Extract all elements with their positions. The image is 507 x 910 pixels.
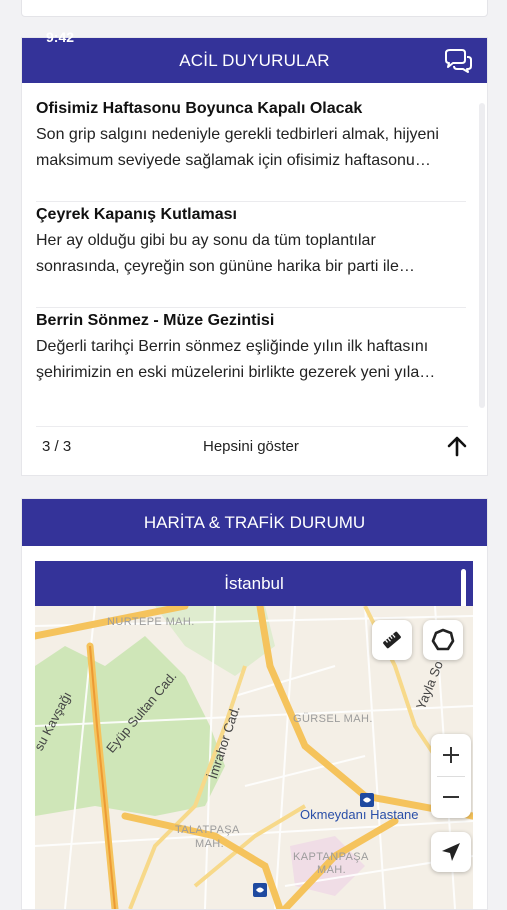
map-view[interactable]: NURTEPE MAH. GÜRSEL MAH. TALATPAŞA MAH. … [35, 606, 473, 909]
announcement-body: Her ay olduğu gibi bu ay sonu da tüm top… [36, 232, 415, 275]
plus-icon [443, 747, 459, 763]
zoom-in-button[interactable] [431, 734, 471, 776]
arrow-up-icon[interactable] [446, 435, 468, 457]
list-item[interactable]: Çeyrek Kapanış Kutlaması Her ay olduğu g… [36, 202, 466, 308]
map-label-talatpasa: TALATPAŞA [175, 824, 240, 836]
zoom-out-button[interactable] [431, 776, 471, 818]
announcements-header: 9:42 ACİL DUYURULAR [22, 29, 487, 83]
measure-button[interactable] [372, 620, 412, 660]
list-item[interactable]: Berrin Sönmez - Müze Gezintisi Değerli t… [36, 308, 466, 414]
status-bar-time: 9:42 [46, 29, 75, 45]
announcement-title: Ofisimiz Haftasonu Boyunca Kapalı Olacak [36, 100, 363, 117]
locate-me-button[interactable] [431, 832, 471, 872]
map-label-talatpasa-mah: MAH. [195, 838, 225, 850]
previous-card [21, 0, 488, 17]
minus-icon [443, 796, 459, 798]
lasso-icon [431, 628, 455, 651]
chat-icon[interactable] [443, 48, 473, 74]
zoom-controls [431, 734, 471, 818]
announcement-body: Son grip salgını nedeniyle gerekli tedbi… [36, 126, 439, 169]
map-label-kaptanpasa: KAPTANPAŞA [293, 851, 369, 863]
announcement-title: Berrin Sönmez - Müze Gezintisi [36, 312, 275, 329]
ruler-icon [383, 631, 401, 649]
city-selector[interactable]: İstanbul [35, 561, 473, 606]
announcement-title: Çeyrek Kapanış Kutlaması [36, 206, 237, 223]
map-label-kaptanpasa-mah: MAH. [317, 864, 347, 876]
announcements-card: 9:42 ACİL DUYURULAR Ofisimiz Haftasonu B… [21, 29, 488, 476]
map-label-hospital: Okmeydanı Hastane [300, 807, 419, 822]
location-arrow-icon [442, 843, 460, 861]
city-name: İstanbul [224, 574, 284, 593]
map-section-title: HARİTA & TRAFİK DURUMU [143, 513, 366, 532]
map-card: HARİTA & TRAFİK DURUMU İstanbul NURTEPE … [21, 498, 488, 910]
announcement-body: Değerli tarihçi Berrin sönmez eşliğinde … [36, 338, 436, 381]
announcements-title: ACİL DUYURULAR [179, 51, 330, 70]
map-header: HARİTA & TRAFİK DURUMU [22, 499, 487, 546]
map-label-nurtepe: NURTEPE MAH. [107, 616, 195, 628]
list-item[interactable]: Ofisimiz Haftasonu Boyunca Kapalı Olacak… [36, 96, 466, 202]
draw-area-button[interactable] [423, 620, 463, 660]
show-all-link[interactable]: Hepsini göster [203, 438, 299, 455]
announcements-list: Ofisimiz Haftasonu Boyunca Kapalı Olacak… [36, 96, 466, 414]
announcements-footer: 3 / 3 Hepsini göster [36, 426, 468, 467]
scrollbar[interactable] [479, 103, 485, 408]
map-label-gursel: GÜRSEL MAH. [293, 713, 373, 725]
page-indicator: 3 / 3 [42, 438, 72, 455]
